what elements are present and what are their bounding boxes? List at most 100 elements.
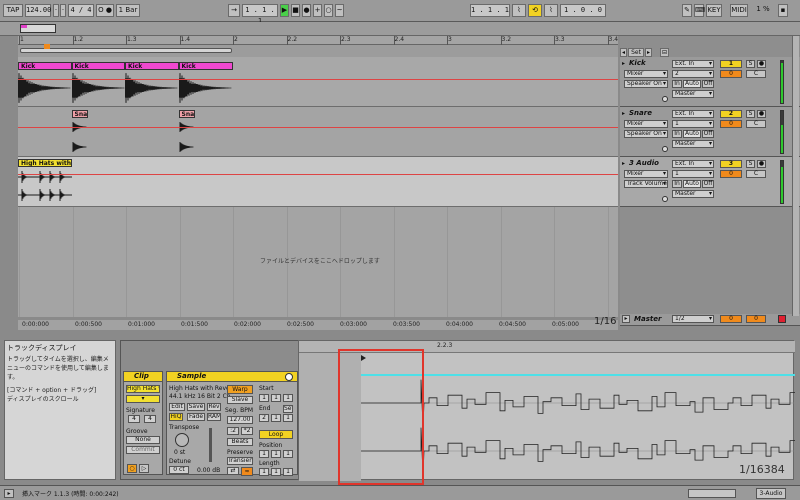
hiq-button[interactable]: HiQ	[169, 413, 183, 421]
solo-button[interactable]: S	[746, 60, 755, 68]
output-device-menu[interactable]: Track Volume	[624, 180, 668, 188]
input-type-menu[interactable]: Ext. In	[672, 160, 714, 168]
key-map-button[interactable]: KEY	[706, 4, 722, 17]
halve-bpm-button[interactable]: :2	[227, 427, 239, 435]
track-header-3[interactable]: ▸ 3 Audio Ext. In 1 InAutoOff Master Mixer Trac…	[620, 157, 800, 207]
previous-locator-icon[interactable]: ◂	[620, 48, 627, 57]
master-fold-icon[interactable]: ▸	[622, 315, 630, 323]
punch-out-icon[interactable]: ⌇	[544, 4, 558, 17]
commit-button[interactable]: Commit	[126, 446, 160, 454]
track-lane-3[interactable]	[18, 157, 618, 207]
arm-button[interactable]: ●	[757, 160, 766, 168]
track-pan[interactable]: C	[746, 170, 766, 178]
kick-clip[interactable]: Kick	[18, 62, 72, 70]
mixer-menu[interactable]: Mixer	[624, 70, 668, 78]
automation-arm-icon[interactable]: ○	[324, 4, 333, 17]
track-fold-icon[interactable]: ▸	[622, 60, 625, 67]
arrangement-view[interactable]: KickKickKickKickSnarSnarHigh Hats with R…	[18, 57, 618, 317]
kick-clip[interactable]: Kick	[71, 62, 125, 70]
snare-clip[interactable]: Snar	[71, 110, 88, 118]
track-activator[interactable]: 1	[720, 60, 742, 68]
track-mute-icon[interactable]	[662, 146, 668, 152]
warp-button[interactable]: Warp	[227, 385, 253, 394]
master-volume[interactable]: 0	[720, 315, 742, 323]
loop-button[interactable]: Loop	[259, 430, 293, 439]
ram-button[interactable]: RAM	[207, 413, 221, 421]
start-marker[interactable]	[44, 44, 50, 49]
envelope-button[interactable]: ≈	[241, 467, 253, 476]
track-volume[interactable]: 0	[720, 70, 742, 78]
slave-button[interactable]: Slave	[227, 396, 253, 404]
mixer-menu[interactable]: Mixer	[624, 120, 668, 128]
next-locator-icon[interactable]: ▸	[645, 48, 652, 57]
track-lane-2[interactable]	[18, 107, 618, 157]
sample-box-toggle-icon[interactable]	[285, 373, 293, 381]
arm-button[interactable]: ●	[757, 110, 766, 118]
track-fold-icon[interactable]: ▸	[622, 160, 625, 167]
solo-button[interactable]: S	[746, 110, 755, 118]
midi-map-button[interactable]: MIDI	[730, 4, 748, 17]
solo-button[interactable]: S	[746, 160, 755, 168]
pencil-icon[interactable]: ✎	[682, 4, 692, 17]
beat-time-ruler[interactable]: 1 1.2 1.3 1.4 2 2.2 2.3 2.4 3 3.2 3.3 3.4	[18, 36, 618, 45]
reverse-button[interactable]: Rev	[207, 403, 221, 411]
end-beat-field[interactable]: 1	[271, 414, 281, 422]
output-menu[interactable]: Master	[672, 90, 714, 98]
clip-name-field[interactable]: High Hats wi	[126, 385, 160, 393]
overdub-icon[interactable]: +	[313, 4, 322, 17]
output-device-menu[interactable]: Speaker On	[624, 80, 668, 88]
hihat-clip[interactable]: High Hats with Reve	[18, 159, 72, 167]
time-signature-field[interactable]: 4 / 4	[68, 4, 94, 17]
loop-length-field[interactable]: 1 . 0 . 0	[560, 4, 606, 17]
output-menu[interactable]: Master	[672, 190, 714, 198]
stop-icon[interactable]: ■	[291, 4, 300, 17]
monitor-off-button[interactable]: Off	[702, 180, 714, 188]
transpose-knob[interactable]	[175, 433, 189, 447]
clip-color-menu[interactable]: ▾	[126, 395, 160, 403]
output-menu[interactable]: Master	[672, 140, 714, 148]
double-bpm-button[interactable]: *2	[241, 427, 253, 435]
set-locator-button[interactable]: Set	[628, 48, 644, 57]
track-fold-icon[interactable]: ▸	[622, 110, 625, 117]
overview-mini-keys[interactable]	[688, 489, 736, 498]
length-sixteenth-field[interactable]: 1	[283, 468, 293, 476]
track-mute-icon[interactable]	[662, 96, 668, 102]
vertical-scrollbar[interactable]	[792, 36, 799, 316]
metronome-toggle[interactable]: O ●	[96, 4, 114, 17]
position-sixteenth-field[interactable]: 1	[283, 450, 293, 458]
follow-arrow-icon[interactable]: →	[228, 4, 240, 17]
seg-bpm-field[interactable]: 127.00	[227, 416, 253, 424]
punch-in-icon[interactable]: ⌇	[512, 4, 526, 17]
cue-volume-menu[interactable]: 1/2	[672, 315, 714, 323]
arrangement-overview[interactable]	[0, 22, 800, 36]
play-icon[interactable]: ▶	[280, 4, 289, 17]
input-type-menu[interactable]: Ext. In	[672, 60, 714, 68]
track-header-1[interactable]: ▸ Kick Ext. In 2 InAutoOff Master Mixer Speaker…	[620, 57, 800, 107]
groove-menu[interactable]: None	[126, 436, 160, 444]
arm-button[interactable]: ●	[757, 60, 766, 68]
monitor-auto-button[interactable]: Auto	[683, 130, 701, 138]
monitor-in-button[interactable]: In	[672, 80, 682, 88]
monitor-in-button[interactable]: In	[672, 130, 682, 138]
clip-launch-icon[interactable]: ○	[127, 464, 137, 473]
position-bar-field[interactable]: 1	[259, 450, 269, 458]
detune-field[interactable]: 0 ct	[169, 466, 189, 474]
edit-button[interactable]: Edit	[169, 403, 185, 411]
monitor-auto-button[interactable]: Auto	[683, 180, 701, 188]
monitor-off-button[interactable]: Off	[702, 130, 714, 138]
input-type-menu[interactable]: Ext. In	[672, 110, 714, 118]
end-set-button[interactable]: Set	[283, 405, 293, 413]
master-track-header[interactable]: ▸Master1/200	[620, 314, 800, 326]
start-beat-field[interactable]: 1	[271, 394, 281, 402]
start-sixteenth-field[interactable]: 1	[283, 394, 293, 402]
tempo-nudge-up[interactable]: ·	[60, 4, 66, 17]
monitor-channel-menu[interactable]: 2	[672, 70, 714, 78]
fade-button[interactable]: Fade	[187, 413, 205, 421]
clip-fold-icon[interactable]: ▷	[139, 464, 149, 473]
loop-brace[interactable]	[20, 48, 232, 53]
length-bar-field[interactable]: 1	[259, 468, 269, 476]
monitor-channel-menu[interactable]: 1	[672, 170, 714, 178]
snare-clip[interactable]: Snar	[178, 110, 195, 118]
save-button[interactable]: Save	[187, 403, 205, 411]
status-toggle-icon[interactable]: ▸	[4, 489, 14, 498]
